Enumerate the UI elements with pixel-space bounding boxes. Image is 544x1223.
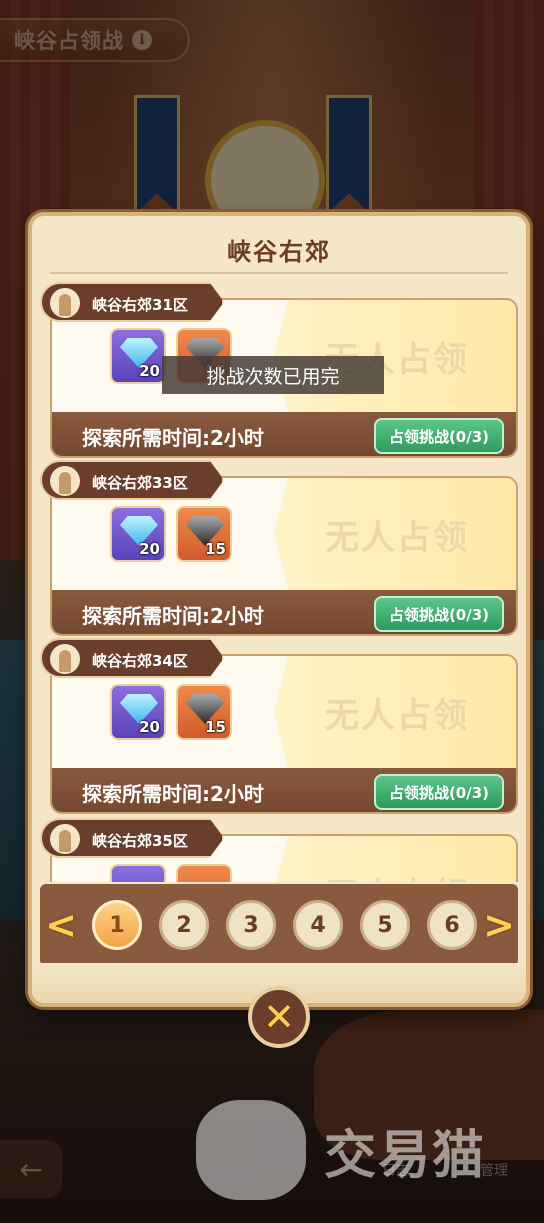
occupy-challenge-button[interactable]: 占领挑战(0/3) xyxy=(374,774,504,810)
watermark-text: 交易猫 xyxy=(324,1125,487,1186)
reward-diamond[interactable]: 20 xyxy=(110,328,166,384)
explore-time: 探索所需时间:2小时 xyxy=(82,604,264,628)
prev-page-arrow-icon[interactable]: < xyxy=(45,902,77,948)
zone-tag: 峡谷右郊34区 xyxy=(40,638,224,678)
occupant-panel: 无人占领 xyxy=(274,656,516,768)
reward-black-gem[interactable]: 15 xyxy=(176,506,232,562)
zone-card: 无人占领 探索所需时间:2小时 占领挑战(0/3) 峡谷右郊33区 20 15 xyxy=(40,460,518,636)
close-button[interactable]: ✕ xyxy=(248,986,310,1048)
pawn-icon xyxy=(50,644,80,674)
page-button-4[interactable]: 4 xyxy=(293,900,343,950)
occupant-status: 无人占领 xyxy=(325,517,469,558)
zone-tag: 峡谷右郊35区 xyxy=(40,818,224,858)
zone-name: 峡谷右郊34区 xyxy=(92,652,188,670)
pagination: < 1 2 3 4 5 6 > xyxy=(40,884,518,966)
reward-black-gem[interactable]: 15 xyxy=(176,684,232,740)
zone-tag: 峡谷右郊31区 xyxy=(40,282,224,322)
zone-card: 无人占领 峡谷右郊35区 xyxy=(40,818,518,882)
explore-time: 探索所需时间:2小时 xyxy=(82,782,264,806)
pawn-icon xyxy=(50,824,80,854)
reward-diamond[interactable] xyxy=(110,864,166,882)
zone-name: 峡谷右郊33区 xyxy=(92,474,188,492)
reward-count: 15 xyxy=(205,540,226,558)
toast-message: 挑战次数已用完 xyxy=(162,356,384,394)
zone-tag: 峡谷右郊33区 xyxy=(40,460,224,500)
cat-logo-icon xyxy=(196,1100,306,1200)
close-icon: ✕ xyxy=(263,995,295,1039)
pawn-icon xyxy=(50,288,80,318)
watermark: 交易猫 xyxy=(196,1100,526,1200)
zone-card-footer: 探索所需时间:2小时 占领挑战(0/3) xyxy=(52,412,516,456)
reward-diamond[interactable]: 20 xyxy=(110,506,166,562)
zone-card-footer: 探索所需时间:2小时 占领挑战(0/3) xyxy=(52,590,516,634)
occupant-status: 无人占领 xyxy=(274,836,516,883)
zone-card-footer: 探索所需时间:2小时 占领挑战(0/3) xyxy=(52,768,516,812)
occupant-panel: 无人占领 xyxy=(274,478,516,590)
pawn-icon xyxy=(50,466,80,496)
reward-count: 20 xyxy=(139,540,160,558)
explore-time: 探索所需时间:2小时 xyxy=(82,426,264,450)
zone-name: 峡谷右郊31区 xyxy=(92,296,188,314)
occupant-panel: 无人占领 xyxy=(274,836,516,883)
page-button-3[interactable]: 3 xyxy=(226,900,276,950)
modal-title: 峡谷右郊 xyxy=(227,238,331,266)
occupy-challenge-button[interactable]: 占领挑战(0/3) xyxy=(374,418,504,454)
page-button-2[interactable]: 2 xyxy=(159,900,209,950)
title-divider xyxy=(50,272,508,274)
reward-count: 20 xyxy=(139,718,160,736)
page-button-6[interactable]: 6 xyxy=(427,900,477,950)
reward-count: 15 xyxy=(205,718,226,736)
zone-list-modal: 峡谷右郊 无人占领 探索所需时间:2小时 占领挑战(0/3) 峡谷右郊31区 2… xyxy=(28,212,530,1007)
zone-name: 峡谷右郊35区 xyxy=(92,832,188,850)
page-button-5[interactable]: 5 xyxy=(360,900,410,950)
reward-diamond[interactable]: 20 xyxy=(110,684,166,740)
next-page-arrow-icon[interactable]: > xyxy=(483,902,515,948)
page-button-1[interactable]: 1 xyxy=(92,900,142,950)
reward-black-gem[interactable] xyxy=(176,864,232,882)
occupant-status: 无人占领 xyxy=(325,695,469,736)
reward-count: 20 xyxy=(139,362,160,380)
occupy-challenge-button[interactable]: 占领挑战(0/3) xyxy=(374,596,504,632)
zone-card: 无人占领 探索所需时间:2小时 占领挑战(0/3) 峡谷右郊34区 20 15 xyxy=(40,638,518,814)
